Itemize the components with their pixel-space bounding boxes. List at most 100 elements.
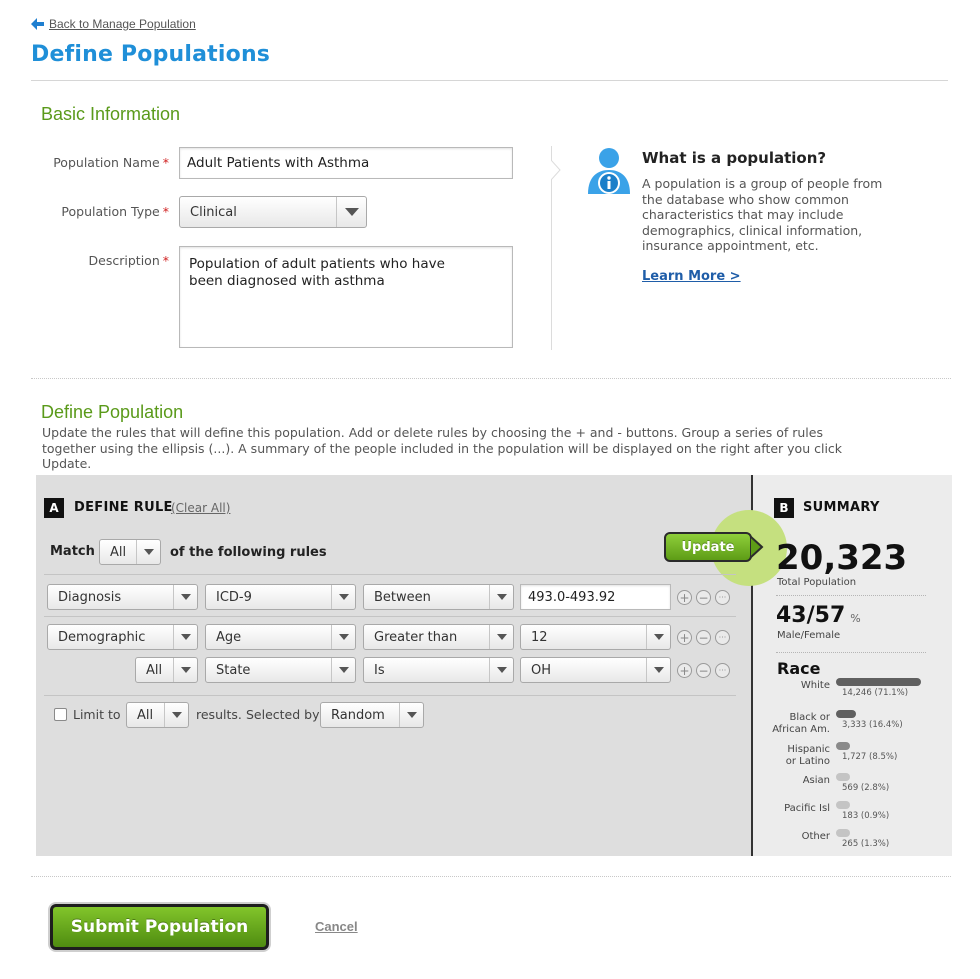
section-divider: [31, 876, 951, 877]
race-value: 265 (1.3%): [842, 839, 890, 849]
match-select[interactable]: All: [99, 539, 161, 565]
race-bar: [836, 773, 850, 781]
population-name-label: Population Name *: [53, 155, 169, 170]
chevron-down-icon: [331, 625, 355, 649]
total-population-caption: Total Population: [777, 577, 857, 588]
chevron-down-icon: [646, 625, 670, 649]
limit-checkbox[interactable]: [54, 708, 67, 721]
rule-1-value-input[interactable]: 493.0-493.92: [520, 584, 671, 610]
chevron-down-icon: [489, 585, 513, 609]
race-bar: [836, 742, 850, 750]
plus-circle-icon[interactable]: +: [677, 630, 692, 645]
rule-2-operator-select[interactable]: Greater than: [363, 624, 514, 650]
rule-1-actions: + − ···: [677, 590, 730, 605]
submit-population-button[interactable]: Submit Population: [50, 904, 269, 950]
rule-divider: [44, 574, 736, 575]
chevron-down-icon: [646, 658, 670, 682]
race-label: Other: [801, 831, 830, 842]
chevron-down-icon: [173, 658, 197, 682]
description-textarea[interactable]: Population of adult patients who have be…: [179, 246, 513, 348]
minus-circle-icon[interactable]: −: [696, 663, 711, 678]
ellipsis-circle-icon[interactable]: ···: [715, 663, 730, 678]
population-name-input[interactable]: Adult Patients with Asthma: [179, 147, 513, 179]
race-label: Pacific Isl: [784, 803, 830, 814]
define-rule-title: DEFINE RULE: [74, 500, 173, 515]
race-label: Asian: [802, 775, 830, 786]
update-button-pointer: [750, 536, 764, 558]
summary-title: SUMMARY: [803, 500, 880, 515]
match-suffix: of the following rules: [170, 545, 327, 560]
required-marker: *: [162, 204, 169, 219]
required-marker: *: [162, 253, 169, 268]
page-title: Define Populations: [31, 42, 271, 67]
race-label: Black or African Am.: [772, 712, 830, 735]
rule-panel-letter: A: [44, 498, 64, 518]
divider-notch: [551, 160, 561, 180]
section-divider: [31, 378, 951, 379]
plus-circle-icon[interactable]: +: [677, 663, 692, 678]
population-type-select[interactable]: Clinical: [179, 196, 367, 228]
race-value: 183 (0.9%): [842, 811, 890, 821]
race-bar: [836, 829, 850, 837]
chevron-down-icon: [173, 585, 197, 609]
race-heading: Race: [777, 659, 821, 678]
population-type-label: Population Type *: [61, 204, 169, 219]
back-link[interactable]: Back to Manage Population: [31, 17, 196, 31]
person-info-icon: [588, 148, 630, 194]
rule-1-field-select[interactable]: ICD-9: [205, 584, 356, 610]
rule-3-value-select[interactable]: OH: [520, 657, 671, 683]
update-button[interactable]: Update: [664, 532, 752, 562]
summary-divider: [776, 652, 926, 653]
chevron-down-icon: [331, 585, 355, 609]
ellipsis-circle-icon[interactable]: ···: [715, 590, 730, 605]
race-bar: [836, 801, 850, 809]
race-value: 3,333 (16.4%): [842, 720, 903, 730]
selected-by-label: Selected by: [246, 707, 320, 722]
gender-ratio: 43/57 %: [776, 603, 861, 628]
rule-1-operator-select[interactable]: Between: [363, 584, 514, 610]
rule-2-value-select[interactable]: 12: [520, 624, 671, 650]
rule-2-category-select[interactable]: Demographic: [47, 624, 198, 650]
results-label: results.: [196, 707, 242, 722]
race-bar: [836, 678, 921, 686]
learn-more-link[interactable]: Learn More >: [642, 269, 741, 284]
match-label: Match: [50, 544, 95, 559]
minus-circle-icon[interactable]: −: [696, 590, 711, 605]
chevron-down-icon: [164, 703, 188, 727]
basic-info-heading: Basic Information: [41, 104, 181, 124]
rule-2-field-select[interactable]: Age: [205, 624, 356, 650]
back-arrow-icon: [31, 18, 44, 30]
limit-label: Limit to: [73, 707, 121, 722]
rule-3-actions: + − ···: [677, 663, 730, 678]
chevron-down-icon: [331, 658, 355, 682]
title-divider: [31, 80, 948, 81]
summary-divider: [776, 595, 926, 596]
description-label: Description *: [88, 253, 169, 268]
clear-all-link[interactable]: (Clear All): [171, 501, 230, 515]
rule-1-category-select[interactable]: Diagnosis: [47, 584, 198, 610]
cancel-link[interactable]: Cancel: [315, 919, 358, 934]
chevron-down-icon: [399, 703, 423, 727]
limit-select[interactable]: All: [126, 702, 189, 728]
race-label: Hispanic or Latino: [785, 744, 830, 767]
define-population-heading: Define Population: [41, 402, 184, 422]
gender-ratio-value: 43/57: [776, 603, 846, 628]
rule-3-operator-select[interactable]: Is: [363, 657, 514, 683]
chevron-down-icon: [489, 625, 513, 649]
rule-3-category-select[interactable]: All: [135, 657, 198, 683]
ellipsis-circle-icon[interactable]: ···: [715, 630, 730, 645]
race-value: 1,727 (8.5%): [842, 752, 898, 762]
chevron-down-icon: [336, 197, 366, 227]
plus-circle-icon[interactable]: +: [677, 590, 692, 605]
info-body: A population is a group of people from t…: [642, 176, 883, 253]
race-value: 14,246 (71.1%): [842, 688, 909, 698]
rule-divider: [44, 616, 736, 617]
rule-3-field-select[interactable]: State: [205, 657, 356, 683]
total-population-value: 20,323: [776, 538, 908, 578]
selected-by-select[interactable]: Random: [320, 702, 424, 728]
race-value: 569 (2.8%): [842, 783, 890, 793]
define-population-instructions: Update the rules that will define this p…: [42, 425, 843, 471]
back-link-label: Back to Manage Population: [49, 17, 196, 31]
minus-circle-icon[interactable]: −: [696, 630, 711, 645]
required-marker: *: [162, 155, 169, 170]
